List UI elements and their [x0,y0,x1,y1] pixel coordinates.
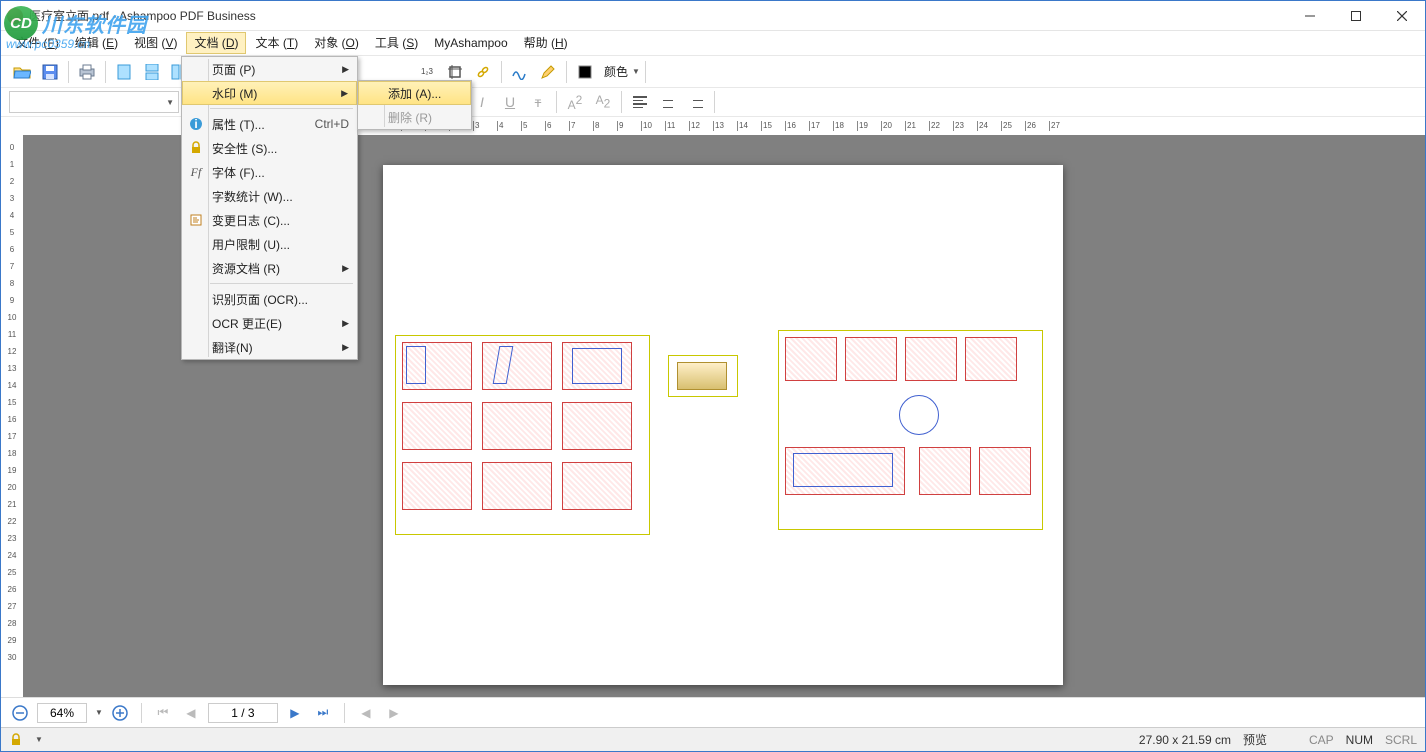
nav-fwd-button[interactable]: ▶ [383,702,405,724]
save-button[interactable] [37,59,63,85]
zoom-input[interactable] [37,703,87,723]
submenu-remove-watermark[interactable]: 删除 (R) [358,105,471,129]
status-dimensions: 27.90 x 21.59 cm [1139,733,1231,747]
menu-tools[interactable]: 工具 (S) [368,32,425,54]
align-right-button[interactable] [683,89,709,115]
align-left-button[interactable] [627,89,653,115]
toolbar-separator [621,91,622,113]
zoom-dropdown-arrow[interactable]: ▼ [95,708,103,717]
menu-myashampoo[interactable]: MyAshampoo [427,32,514,54]
open-button[interactable] [9,59,35,85]
drawing-frame-mid [668,355,738,397]
maximize-button[interactable] [1333,1,1379,31]
last-page-button[interactable]: ⏭ [312,702,334,724]
pdf-page [383,165,1063,685]
zoom-in-button[interactable] [109,702,131,724]
menu-help[interactable]: 帮助 (H) [517,32,575,54]
menu-view[interactable]: 视图 (V) [127,32,184,54]
menu-item-ocr-correct[interactable]: OCR 更正(E)▶ [182,311,357,335]
menu-text[interactable]: 文本 (T) [248,32,305,54]
print-button[interactable] [74,59,100,85]
menu-item-changelog[interactable]: 变更日志 (C)... [182,208,357,232]
menu-object[interactable]: 对象 (O) [307,32,366,54]
color-swatch[interactable] [572,59,598,85]
menu-edit[interactable]: 编辑 (E) [68,32,125,54]
menu-item-ocr[interactable]: 识别页面 (OCR)... [182,287,357,311]
lock-status-icon [9,733,23,747]
page-input[interactable] [208,703,278,723]
menu-item-watermark[interactable]: 水印 (M)▶ [182,81,357,105]
svg-text:i: i [194,117,197,131]
status-bar: ▼ 27.90 x 21.59 cm 预览 CAP NUM SCRL [1,727,1425,751]
info-icon: i [188,116,204,132]
menu-item-wordcount[interactable]: 字数统计 (W)... [182,184,357,208]
toolbar-separator [68,61,69,83]
font-icon: Ff [188,164,204,180]
submenu-add-watermark[interactable]: 添加 (A)... [358,81,471,105]
status-mode: 预览 [1243,731,1267,748]
italic-button[interactable]: I [469,89,495,115]
toolbar-separator [714,91,715,113]
signature-icon[interactable] [507,59,533,85]
toolbar-separator [105,61,106,83]
drawing-frame-left [395,335,650,535]
title-bar: 医疗室立面.pdf - Ashampoo PDF Business [1,1,1425,31]
toolbar-separator [501,61,502,83]
superscript-button[interactable]: A2 [562,89,588,115]
status-dropdown-arrow[interactable]: ▼ [35,735,43,744]
first-page-button[interactable]: ⏮ [152,702,174,724]
menu-file[interactable]: 文件 (F) [9,32,66,54]
font-combo[interactable]: ▼ [9,91,179,113]
document-menu-dropdown: 页面 (P)▶ 水印 (M)▶ i属性 (T)...Ctrl+D 安全性 (S)… [181,56,358,360]
subscript-button[interactable]: A2 [590,89,616,115]
zoom-out-button[interactable] [9,702,31,724]
minimize-button[interactable] [1287,1,1333,31]
align-center-button[interactable] [655,89,681,115]
single-page-icon[interactable] [111,59,137,85]
app-icon [7,8,23,24]
status-cap: CAP [1309,733,1334,747]
changes-icon [188,212,204,228]
menu-bar: 文件 (F) 编辑 (E) 视图 (V) 文档 (D) 文本 (T) 对象 (O… [1,31,1425,55]
next-page-button[interactable]: ▶ [284,702,306,724]
toolbar-separator [645,61,646,83]
ruler-vertical: 0123456789101112131415161718192021222324… [1,135,23,697]
link-icon[interactable] [470,59,496,85]
status-num: NUM [1346,733,1373,747]
drawing-frame-right [778,330,1043,530]
menu-item-translate[interactable]: 翻译(N)▶ [182,335,357,359]
menu-document[interactable]: 文档 (D) [186,32,246,54]
color-label: 颜色 [604,63,628,80]
underline-button[interactable]: U [497,89,523,115]
color-dropdown-arrow[interactable]: ▼ [632,67,640,76]
strike-button[interactable]: т [525,89,551,115]
watermark-submenu: 添加 (A)... 删除 (R) [357,80,472,130]
prev-page-button[interactable]: ◀ [180,702,202,724]
menu-item-fonts[interactable]: Ff字体 (F)... [182,160,357,184]
menu-item-properties[interactable]: i属性 (T)...Ctrl+D [182,112,357,136]
close-button[interactable] [1379,1,1425,31]
window-title: 医疗室立面.pdf - Ashampoo PDF Business [29,7,1287,24]
toolbar-separator [566,61,567,83]
continuous-page-icon[interactable] [139,59,165,85]
lock-icon [188,140,204,156]
menu-item-page[interactable]: 页面 (P)▶ [182,57,357,81]
status-scrl: SCRL [1385,733,1417,747]
nav-back-button[interactable]: ◀ [355,702,377,724]
menu-item-userlimit[interactable]: 用户限制 (U)... [182,232,357,256]
menu-item-security[interactable]: 安全性 (S)... [182,136,357,160]
edit-icon[interactable] [535,59,561,85]
nav-bar: ▼ ⏮ ◀ ▶ ⏭ ◀ ▶ [1,697,1425,727]
toolbar-separator [556,91,557,113]
menu-item-resource[interactable]: 资源文档 (R)▶ [182,256,357,280]
